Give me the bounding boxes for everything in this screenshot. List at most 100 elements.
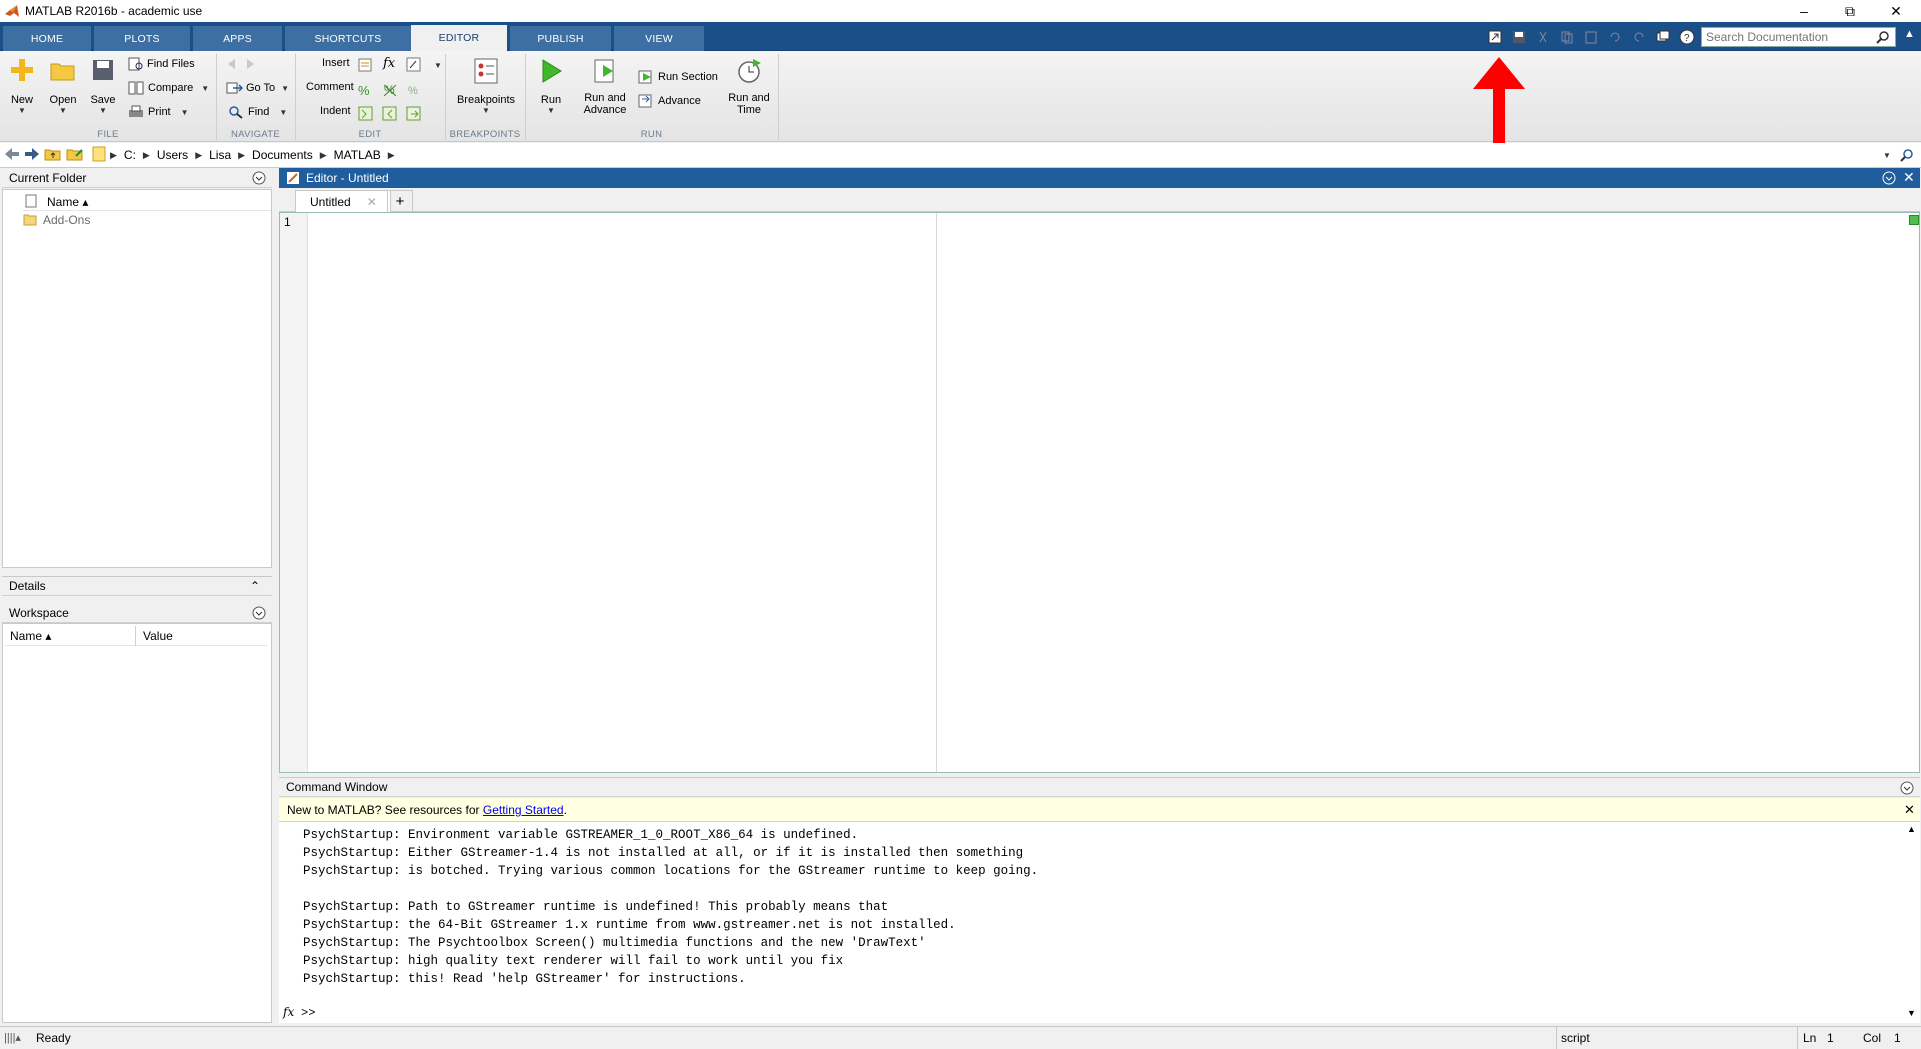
quick-access-paste-icon[interactable] (1581, 28, 1601, 46)
browse-folder-icon[interactable] (66, 147, 84, 164)
workspace-value-column[interactable]: Value (143, 629, 173, 643)
folder-icon (23, 214, 37, 226)
open-button[interactable]: Open ▼ (46, 57, 80, 115)
collapse-ribbon-icon[interactable]: ▲ (1904, 28, 1918, 44)
ribbon-divider (295, 54, 296, 140)
help-icon[interactable]: ? (1677, 28, 1697, 46)
path-segment[interactable]: Lisa (209, 148, 231, 162)
path-dropdown-icon[interactable]: ▼ (1883, 151, 1891, 160)
code-editor[interactable]: 1 (279, 212, 1920, 773)
command-prompt[interactable]: >> (301, 1006, 315, 1020)
path-search-icon[interactable] (1900, 148, 1914, 165)
tab-apps[interactable]: APPS (193, 26, 282, 51)
tab-view[interactable]: VIEW (614, 26, 704, 51)
insert-function-icon[interactable]: fx (383, 56, 395, 71)
comment-percent-icon[interactable]: % (358, 83, 370, 98)
file-column-icon (25, 194, 37, 208)
breakpoints-button[interactable]: Breakpoints ▼ (454, 57, 518, 115)
find-button[interactable]: Find ▼ (228, 105, 287, 119)
insert-button[interactable]: Insert (322, 57, 350, 69)
smart-indent-icon[interactable] (358, 106, 374, 125)
run-section-button[interactable]: Run Section (638, 69, 718, 85)
command-window-output[interactable]: PsychStartup: Environment variable GSTRE… (279, 822, 1920, 1023)
insert-dropdown-icon[interactable]: ▼ (434, 61, 442, 70)
back-forward-buttons[interactable] (226, 57, 264, 71)
path-segment[interactable]: C: (124, 148, 136, 162)
current-folder-column-header[interactable]: Name ▴ (23, 192, 271, 211)
editor-tab-label: Untitled (310, 194, 351, 209)
quick-access-cut-icon[interactable] (1533, 28, 1553, 46)
forward-arrow-icon[interactable] (24, 147, 40, 164)
status-text: Ready (36, 1031, 71, 1045)
column-value: 1 (1894, 1031, 1901, 1045)
editor-menu-icon[interactable] (1882, 171, 1896, 188)
restore-button[interactable]: ⧉ (1827, 0, 1873, 22)
new-button[interactable]: New ▼ (6, 57, 38, 115)
tab-close-icon[interactable]: ✕ (367, 195, 377, 209)
quick-access-copy-icon[interactable] (1557, 28, 1577, 46)
tab-plots[interactable]: PLOTS (94, 26, 190, 51)
tab-shortcuts[interactable]: SHORTCUTS (285, 26, 411, 51)
banner-close-icon[interactable]: ✕ (1904, 802, 1915, 818)
editor-close-icon[interactable]: ✕ (1903, 169, 1915, 186)
quick-access-redo-icon[interactable] (1629, 28, 1649, 46)
command-window-menu-icon[interactable] (1900, 781, 1914, 798)
scroll-up-icon[interactable]: ▲ (1907, 824, 1916, 834)
insert-template-icon[interactable] (406, 57, 422, 76)
up-folder-icon[interactable] (44, 147, 62, 164)
tab-publish[interactable]: PUBLISH (510, 26, 611, 51)
go-to-label: Go To (246, 82, 276, 94)
path-segment[interactable]: MATLAB (334, 148, 381, 162)
run-and-advance-button[interactable]: Run and Advance (580, 57, 630, 116)
status-grip-icon[interactable]: ||||▴ (4, 1031, 21, 1044)
run-and-time-button[interactable]: Run and Time (724, 57, 774, 116)
advance-button[interactable]: Advance (638, 93, 701, 109)
new-tab-button[interactable]: + (387, 190, 413, 212)
function-browser-icon[interactable]: fx (283, 1005, 294, 1019)
code-analyzer-status-icon[interactable] (1909, 215, 1919, 225)
quick-access-switch-windows-icon[interactable] (1653, 28, 1673, 46)
workspace-name-column[interactable]: Name ▴ (10, 629, 51, 643)
folder-name: Add-Ons (43, 213, 91, 227)
current-folder-list: Name ▴ Add-Ons (2, 189, 272, 568)
compare-button[interactable]: Compare ▼ (128, 81, 209, 95)
insert-section-icon[interactable] (358, 57, 374, 76)
decrease-indent-icon[interactable] (382, 106, 398, 125)
file-type-indicator: script (1561, 1031, 1590, 1045)
tab-editor[interactable]: EDITOR (411, 25, 507, 51)
current-folder-menu-icon[interactable] (252, 171, 266, 188)
output-line: PsychStartup: high quality text renderer… (303, 954, 844, 968)
details-expand-icon[interactable]: ⌃ (250, 579, 260, 593)
back-arrow-icon[interactable] (4, 147, 20, 164)
path-segment[interactable]: Documents (252, 148, 313, 162)
indent-button[interactable]: Indent (320, 105, 351, 117)
scroll-down-icon[interactable]: ▼ (1907, 1008, 1916, 1018)
wrap-comments-icon[interactable]: % (406, 82, 422, 101)
go-to-button[interactable]: Go To ▼ (226, 81, 289, 95)
path-segment[interactable]: Users (157, 148, 188, 162)
output-line: PsychStartup: Either GStreamer-1.4 is no… (303, 846, 1024, 860)
print-button[interactable]: Print ▼ (128, 105, 189, 119)
quick-access-undo-icon[interactable] (1605, 28, 1625, 46)
details-header[interactable]: Details ⌃ (2, 576, 272, 596)
getting-started-link[interactable]: Getting Started (483, 803, 564, 817)
search-documentation-input[interactable] (1701, 27, 1896, 47)
increase-indent-icon[interactable] (406, 106, 422, 125)
run-button[interactable]: Run ▼ (533, 57, 569, 115)
workspace-title: Workspace (9, 605, 69, 620)
list-item[interactable]: Add-Ons (23, 213, 90, 227)
run-and-advance-icon (594, 59, 614, 83)
uncomment-icon[interactable]: % (382, 82, 398, 101)
save-button[interactable]: Save ▼ (86, 57, 120, 115)
find-files-button[interactable]: Find Files (128, 57, 195, 71)
comment-button[interactable]: Comment (306, 81, 354, 93)
quick-access-undock-icon[interactable] (1485, 28, 1505, 46)
close-window-button[interactable]: ✕ (1873, 0, 1919, 22)
minimize-button[interactable]: – (1781, 0, 1827, 22)
editor-tab-untitled[interactable]: Untitled ✕ (295, 190, 391, 212)
tab-home[interactable]: HOME (3, 26, 91, 51)
column-divider[interactable] (135, 626, 136, 646)
workspace-menu-icon[interactable] (252, 606, 266, 623)
search-icon[interactable] (1876, 30, 1890, 47)
quick-access-save-icon[interactable] (1509, 28, 1529, 46)
